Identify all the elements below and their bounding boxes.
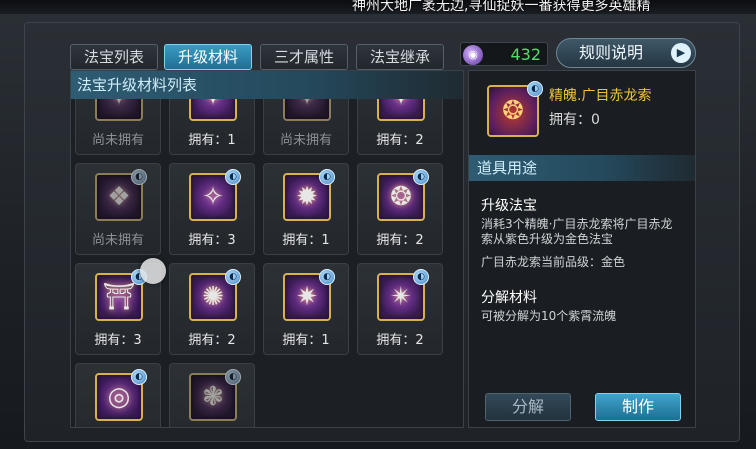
tab-treasure-inherit[interactable]: 法宝继承: [356, 44, 444, 70]
material-list-panel: 法宝升级材料列表 ✦◐尚未拥有✦◐拥有：1✦◐尚未拥有✦◐拥有：2❖◐尚未拥有✧…: [70, 70, 464, 428]
material-owned-label: 尚未拥有: [279, 133, 332, 148]
usage-header: 道具用途: [469, 155, 695, 181]
material-icon: ✷ ◐: [283, 269, 335, 321]
spirit-coin-icon: ◉: [463, 45, 483, 65]
material-owned-label: 尚未拥有: [91, 233, 144, 248]
material-item[interactable]: ✦◐ 尚未拥有: [75, 99, 161, 155]
material-owned-label: 拥有：1: [188, 133, 236, 148]
material-owned-label: 拥有：3: [94, 333, 142, 348]
selected-item-owned: 拥有：0: [549, 112, 600, 128]
material-item[interactable]: ✺ ◐ 拥有：2: [169, 263, 255, 355]
currency-value: 432: [510, 45, 541, 64]
treasure-soul-icon: ✧: [202, 182, 224, 212]
soul-badge-icon: ◐: [131, 169, 147, 185]
tab-upgrade-materials[interactable]: 升级材料: [164, 44, 252, 70]
soul-badge-icon: ◐: [413, 269, 429, 285]
item-detail-panel: ❂ ◐ 精魄.广目赤龙索 拥有：0 道具用途 升级法宝 消耗3个精魄·广目赤龙索…: [468, 70, 696, 428]
material-item[interactable]: ✹ ◐ 拥有：1: [263, 163, 349, 255]
treasure-soul-icon: ✴: [390, 282, 412, 312]
material-owned-label: 拥有：2: [376, 233, 424, 248]
upgrade-title: 升级法宝: [481, 198, 537, 214]
material-owned-label: 拥有：2: [376, 333, 424, 348]
soul-badge-icon: ◐: [319, 269, 335, 285]
material-icon: ✹ ◐: [283, 169, 335, 221]
rules-button[interactable]: 规则说明 ▶: [556, 38, 696, 68]
soul-badge-icon: ◐: [527, 81, 543, 97]
soul-badge-icon: ◐: [131, 369, 147, 385]
treasure-soul-icon: ✦: [390, 99, 412, 110]
material-icon: ✺ ◐: [189, 269, 241, 321]
material-icon: ✧ ◐: [189, 169, 241, 221]
material-icon: ✦◐: [377, 99, 425, 121]
material-owned-label: 拥有：1: [282, 333, 330, 348]
touch-cursor: [140, 258, 166, 284]
material-icon: ✴ ◐: [377, 269, 429, 321]
tab-three-talents[interactable]: 三才属性: [260, 44, 348, 70]
craft-button[interactable]: 制作: [595, 393, 681, 421]
material-icon: ✦◐: [95, 99, 143, 121]
rules-button-label: 规则说明: [579, 43, 644, 62]
soul-badge-icon: ◐: [225, 269, 241, 285]
material-item[interactable]: ❃◐尚未拥有: [169, 363, 255, 427]
material-item[interactable]: ✧ ◐ 拥有：3: [169, 163, 255, 255]
material-icon: ✦◐: [189, 99, 237, 121]
decompose-button[interactable]: 分解: [485, 393, 571, 421]
tab-treasure-list[interactable]: 法宝列表: [70, 44, 158, 70]
treasure-soul-icon: ⛩: [102, 282, 136, 312]
treasure-soul-icon: ✦: [108, 99, 130, 110]
material-item[interactable]: ✦◐ 尚未拥有: [263, 99, 349, 155]
announcement-text: 神州大地广袤无边,寻仙捉妖一番获得更多英雄精: [352, 0, 651, 14]
treasure-soul-icon: ❂: [390, 182, 412, 212]
treasure-soul-icon: ❃: [202, 382, 224, 412]
soul-badge-icon: ◐: [413, 169, 429, 185]
play-arrow-icon: ▶: [671, 43, 691, 63]
material-item[interactable]: ✦◐ 拥有：2: [357, 99, 443, 155]
treasure-soul-icon: ◎: [107, 382, 131, 412]
treasure-soul-icon: ✦: [202, 99, 224, 110]
red-dragon-rope-icon: ❂: [502, 96, 524, 126]
material-icon: ⛩ ◐: [95, 269, 147, 321]
material-icon: ❖ ◐: [95, 169, 147, 221]
announcement-marquee: 神州大地广袤无边,寻仙捉妖一番获得更多英雄精: [0, 0, 756, 14]
material-item[interactable]: ❂ ◐ 拥有：2: [357, 163, 443, 255]
material-owned-label: 拥有：2: [376, 133, 424, 148]
treasure-soul-icon: ✺: [202, 282, 224, 312]
decompose-title: 分解材料: [481, 290, 537, 306]
material-item[interactable]: ✷ ◐ 拥有：1: [263, 263, 349, 355]
material-icon: ◎ ◐: [95, 369, 147, 421]
decompose-description: 可被分解为10个紫霄流魄: [481, 309, 617, 323]
soul-badge-icon: ◐: [225, 169, 241, 185]
material-grid[interactable]: ✦◐尚未拥有✦◐拥有：1✦◐尚未拥有✦◐拥有：2❖◐尚未拥有✧◐拥有：3✹◐拥有…: [71, 99, 463, 427]
material-icon: ✦◐: [283, 99, 331, 121]
material-item[interactable]: ◎◐拥有：3: [75, 363, 161, 427]
treasure-soul-icon: ✦: [296, 99, 318, 110]
upgrade-description: 消耗3个精魄·广目赤龙索将广目赤龙索从紫色升级为金色法宝: [481, 217, 673, 246]
currency-display: ◉ 432: [460, 42, 548, 66]
material-item[interactable]: ✦◐ 拥有：1: [169, 99, 255, 155]
material-owned-label: 拥有：2: [188, 333, 236, 348]
material-icon: ❂ ◐: [377, 169, 429, 221]
soul-badge-icon: ◐: [319, 169, 335, 185]
material-item[interactable]: ❖ ◐ 尚未拥有: [75, 163, 161, 255]
treasure-soul-icon: ✹: [296, 182, 318, 212]
material-owned-label: 拥有：1: [282, 233, 330, 248]
treasure-soul-icon: ✷: [296, 282, 318, 312]
material-icon: ❃ ◐: [189, 369, 241, 421]
material-list-header: 法宝升级材料列表: [71, 71, 463, 99]
soul-badge-icon: ◐: [225, 369, 241, 385]
selected-item-name: 精魄.广目赤龙索: [549, 88, 652, 104]
selected-item-icon: ❂ ◐: [487, 81, 543, 137]
treasure-soul-icon: ❖: [107, 182, 131, 212]
material-owned-label: 拥有：3: [188, 233, 236, 248]
quality-text: 广目赤龙索当前品级：金色: [481, 255, 626, 269]
material-owned-label: 尚未拥有: [91, 133, 144, 148]
material-item[interactable]: ✴ ◐ 拥有：2: [357, 263, 443, 355]
